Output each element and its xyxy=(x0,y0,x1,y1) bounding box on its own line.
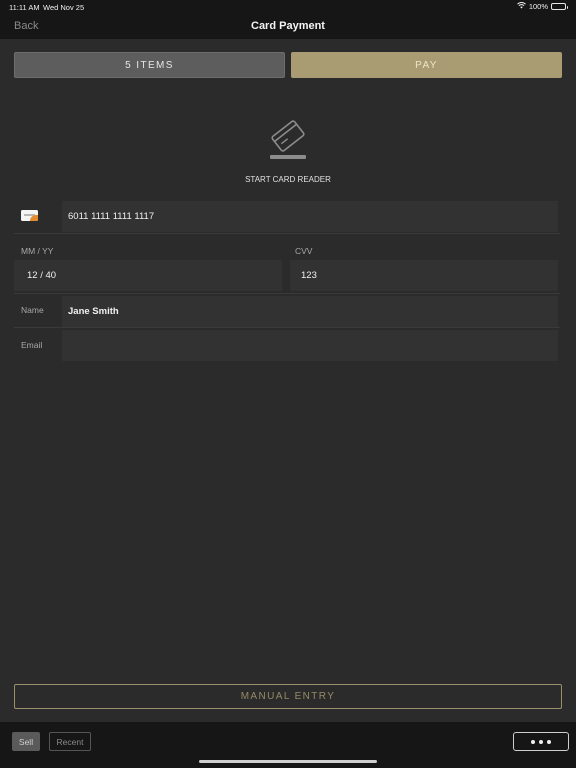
more-icon-dot xyxy=(539,739,543,744)
cvv-field[interactable]: 123 xyxy=(290,260,558,291)
name-label: Name xyxy=(21,305,44,315)
pay-button[interactable]: PAY xyxy=(291,52,562,78)
cvv-label: CVV xyxy=(295,246,313,256)
email-label: Email xyxy=(21,340,43,350)
name-row: Name Jane Smith xyxy=(14,295,560,328)
battery-percent: 100% xyxy=(528,2,548,11)
expiry-cvv-row: 12 / 40 123 xyxy=(14,259,560,292)
tab-recent[interactable]: Recent xyxy=(49,732,91,751)
card-brand-icon xyxy=(21,210,38,221)
card-number-field[interactable]: 6011 1111 1111 1117 xyxy=(62,201,558,232)
items-button[interactable]: 5 ITEMS xyxy=(14,52,285,78)
divider xyxy=(14,293,560,294)
expiry-field[interactable]: 12 / 40 xyxy=(14,260,282,291)
card-number-row: 6011 1111 1111 1117 xyxy=(14,200,560,233)
battery-icon xyxy=(551,3,568,10)
expiry-value: 12 / 40 xyxy=(27,270,57,281)
card-reader-icon xyxy=(270,120,306,159)
bottom-bar: Sell Recent xyxy=(0,722,576,768)
page-title: Card Payment xyxy=(251,20,325,32)
status-right: 100% xyxy=(516,2,568,11)
status-bar: 11:11 AM Wed Nov 25 100% xyxy=(0,0,576,14)
expiry-label: MM / YY xyxy=(21,246,54,256)
nav-bar: Back Card Payment xyxy=(0,14,576,39)
divider xyxy=(14,327,560,328)
tab-sell[interactable]: Sell xyxy=(12,732,40,751)
divider xyxy=(14,233,560,234)
manual-entry-button[interactable]: MANUAL ENTRY xyxy=(14,684,562,709)
email-row: Email xyxy=(14,329,560,362)
card-number-value: 6011 1111 1111 1117 xyxy=(68,211,155,222)
name-field[interactable]: Jane Smith xyxy=(62,296,558,327)
status-time: 11:11 AM xyxy=(9,3,40,12)
home-indicator xyxy=(199,760,377,763)
more-icon-dot xyxy=(547,739,551,744)
start-card-reader-label: START CARD READER xyxy=(245,175,331,184)
wifi-icon xyxy=(516,2,526,11)
cvv-value: 123 xyxy=(301,270,317,281)
status-date: Wed Nov 25 xyxy=(43,3,85,12)
more-button[interactable] xyxy=(513,732,569,751)
email-field[interactable] xyxy=(62,330,558,361)
start-card-reader-button[interactable]: START CARD READER xyxy=(238,112,338,192)
name-value: Jane Smith xyxy=(68,306,119,317)
more-icon xyxy=(531,739,535,744)
